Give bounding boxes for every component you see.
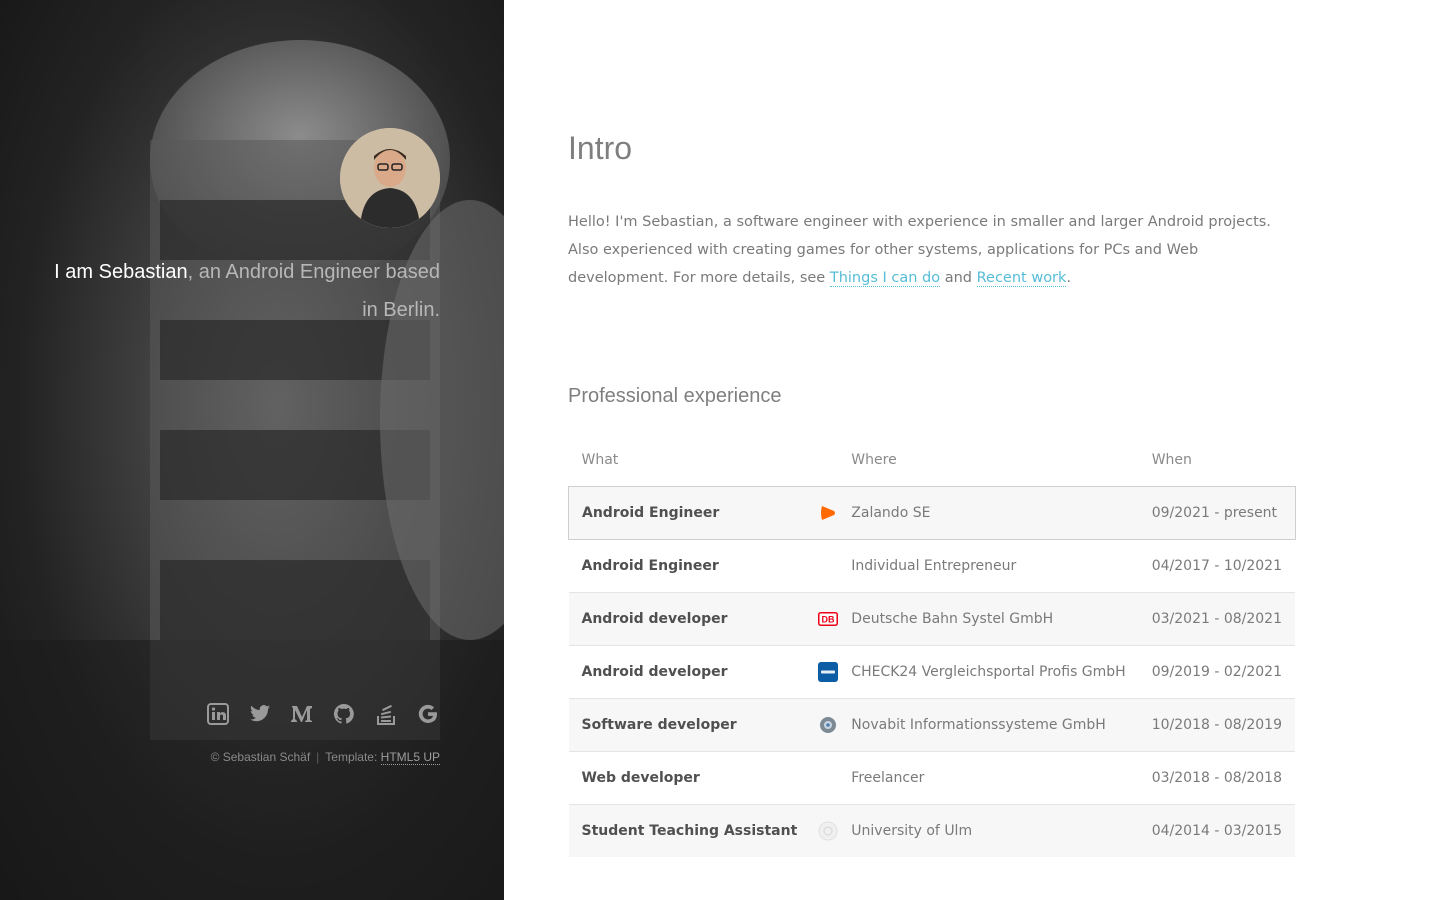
row-what: Android developer	[568, 645, 811, 699]
row-where: Zalando SE	[838, 486, 1139, 540]
table-row[interactable]: Web developer Freelancer 03/2018 - 08/20…	[568, 751, 1295, 805]
row-when: 03/2021 - 08/2021	[1138, 592, 1295, 646]
row-what: Software developer	[568, 698, 811, 752]
row-logo	[810, 698, 839, 752]
row-what: Android Engineer	[568, 539, 811, 593]
row-where: Individual Entrepreneur	[838, 539, 1139, 593]
row-logo: DB	[810, 592, 839, 646]
table-row[interactable]: Android Engineer Zalando SE 09/2021 - pr…	[568, 486, 1296, 540]
db-logo-icon: DB	[818, 609, 839, 629]
google-icon[interactable]	[416, 702, 440, 726]
row-when: 09/2021 - present	[1138, 486, 1296, 540]
header-what: What	[581, 452, 619, 468]
linkedin-icon[interactable]	[206, 702, 230, 726]
copyright-separator: |	[316, 750, 320, 764]
experience-table: What Where When Android Engineer Zalando…	[568, 434, 1296, 857]
header-where: Where	[851, 452, 897, 468]
table-row[interactable]: Student Teaching Assistant University of…	[568, 804, 1295, 857]
row-when: 04/2017 - 10/2021	[1138, 539, 1295, 593]
social-links	[206, 702, 440, 726]
intro-text: Hello! I'm Sebastian, a software enginee…	[568, 208, 1298, 292]
ulm-logo-icon	[818, 821, 838, 841]
row-logo	[810, 751, 839, 805]
row-when: 04/2014 - 03/2015	[1138, 804, 1295, 857]
row-what: Android developer	[568, 592, 811, 646]
row-where: CHECK24 Vergleichsportal Profis GmbH	[838, 645, 1139, 699]
medium-icon[interactable]	[290, 702, 314, 726]
table-row[interactable]: Android Engineer Individual Entrepreneur…	[568, 539, 1295, 593]
row-where: Freelancer	[838, 751, 1139, 805]
copyright-text: © Sebastian Schäf	[210, 750, 311, 764]
check24-logo-icon	[818, 662, 839, 682]
template-label: Template:	[325, 750, 378, 764]
novabit-logo-icon	[818, 715, 838, 735]
twitter-icon[interactable]	[248, 702, 272, 726]
row-when: 10/2018 - 08/2019	[1138, 698, 1295, 752]
svg-text:DB: DB	[822, 615, 835, 625]
experience-title: Professional experience	[568, 385, 782, 407]
header-logo	[810, 434, 838, 487]
sidebar: I am Sebastian, an Android Engineer base…	[0, 0, 504, 900]
row-where: Deutsche Bahn Systel GmbH	[838, 592, 1139, 646]
row-what: Student Teaching Assistant	[568, 804, 811, 857]
table-header-row: What Where When	[569, 434, 1296, 487]
avatar	[340, 128, 440, 228]
row-logo	[810, 539, 839, 593]
template-link[interactable]: HTML5 UP	[380, 750, 440, 765]
table-row[interactable]: Software developer Novabit Informationss…	[568, 698, 1295, 752]
intro-title: Intro	[568, 130, 633, 166]
zalando-logo-icon	[818, 503, 838, 523]
table-row[interactable]: Android developer CHECK24 Vergleichsport…	[568, 645, 1295, 699]
row-what: Android Engineer	[568, 486, 811, 540]
table-row[interactable]: Android developer DB Deutsche Bahn Syste…	[568, 592, 1295, 646]
row-logo	[810, 645, 839, 699]
tagline: I am Sebastian, an Android Engineer base…	[40, 253, 440, 329]
intro-text-between: and	[940, 270, 977, 286]
tower-background-image	[0, 40, 504, 900]
copyright: © Sebastian Schäf | Template: HTML5 UP	[210, 750, 440, 765]
tagline-rest: , an Android Engineer based in Berlin.	[187, 261, 440, 321]
tagline-name: I am Sebastian	[54, 261, 188, 283]
row-logo	[810, 804, 839, 857]
row-where: Novabit Informationssysteme GmbH	[838, 698, 1139, 752]
row-logo	[810, 486, 839, 540]
row-when: 03/2018 - 08/2018	[1138, 751, 1295, 805]
things-i-can-do-link[interactable]: Things I can do	[829, 270, 941, 287]
recent-work-link[interactable]: Recent work	[976, 270, 1067, 287]
github-icon[interactable]	[332, 702, 356, 726]
row-what: Web developer	[568, 751, 811, 805]
stackoverflow-icon[interactable]	[374, 702, 398, 726]
intro-text-after: .	[1066, 270, 1072, 286]
row-when: 09/2019 - 02/2021	[1138, 645, 1295, 699]
row-where: University of Ulm	[838, 804, 1139, 857]
header-when: When	[1151, 452, 1192, 468]
